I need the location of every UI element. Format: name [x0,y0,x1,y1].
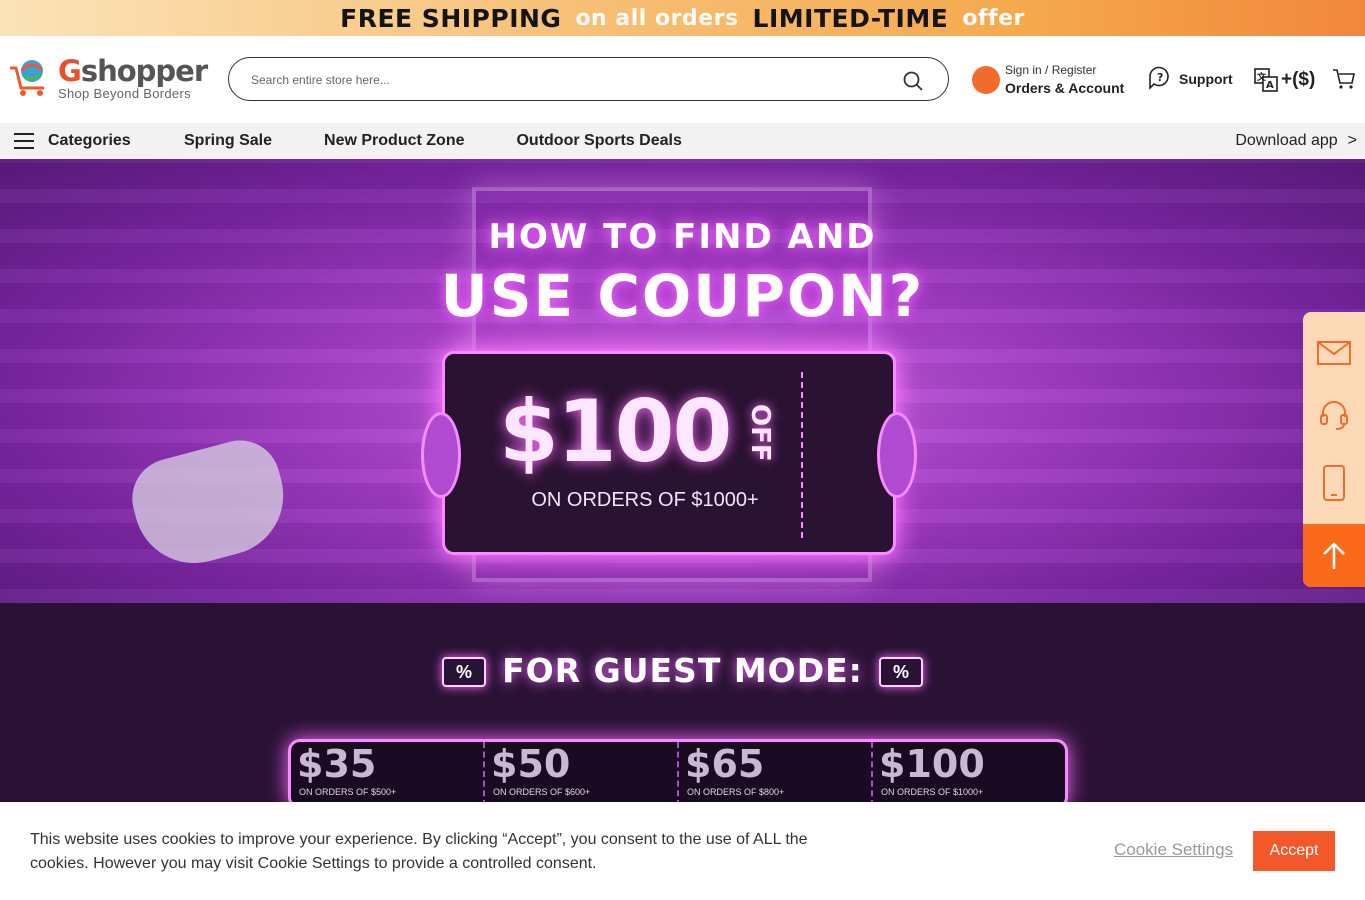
main-navigation: Categories Spring Sale New Product Zone … [0,123,1365,159]
headset-icon [1320,401,1348,430]
ticket-notch-right [877,412,917,498]
user-avatar-icon [972,66,1000,94]
accept-cookies-button[interactable]: Accept [1253,831,1335,871]
currency-label: +($) [1281,69,1316,90]
guest-coupon-condition: ON ORDERS OF $1000+ [881,787,984,797]
orders-account-link[interactable]: Orders & Account [1005,80,1124,96]
guest-coupon-value: $50 [491,742,571,786]
search-box[interactable] [228,57,949,101]
cookie-consent-text: This website uses cookies to improve you… [30,831,808,872]
site-logo[interactable]: Gshopper Shop Beyond Borders [8,54,208,106]
guest-mode-section: % FOR GUEST MODE: % $35 ON ORDERS OF $50… [0,603,1365,809]
coupon-hero-banner[interactable]: HOW TO FIND AND USE COUPON? $100 OFF ON … [0,159,1365,603]
nav-item-spring-sale[interactable]: Spring Sale [184,132,272,150]
support-label: Support [1179,71,1233,87]
guest-coupon[interactable]: $50 ON ORDERS OF $600+ [485,742,679,806]
support-chat-icon: ? [1149,66,1169,90]
arrow-up-icon [1323,541,1345,569]
categories-label: Categories [48,132,131,149]
logo-tagline: Shop Beyond Borders [58,86,191,101]
promo-offer: offer [962,5,1025,31]
site-header: Gshopper Shop Beyond Borders Sign in / R… [0,36,1365,123]
shopping-cart-icon[interactable] [1332,67,1356,91]
coupon-amount: $100 [499,382,732,482]
floating-sidebar [1303,312,1365,587]
download-app-link[interactable]: Download app > [1235,132,1357,150]
categories-menu[interactable]: Categories [14,132,184,150]
guest-coupon-strip: $35 ON ORDERS OF $500+ $50 ON ORDERS OF … [288,739,1068,809]
guest-coupon[interactable]: $35 ON ORDERS OF $500+ [291,742,485,806]
svg-text:A: A [1266,80,1274,91]
svg-text:?: ? [1157,71,1163,84]
hero-title-big: USE COUPON? [440,262,925,330]
nav-item-outdoor-sports-deals[interactable]: Outdoor Sports Deals [516,132,681,150]
ticket-notch-left [421,412,461,498]
guest-coupon[interactable]: $65 ON ORDERS OF $800+ [679,742,873,806]
hamburger-menu-icon [14,133,34,149]
guest-coupon-value: $35 [297,742,377,786]
guest-coupon-condition: ON ORDERS OF $500+ [299,787,397,797]
sign-in-register-link[interactable]: Sign in / Register [1005,63,1096,77]
translate-icon: 文 A [1254,68,1278,92]
guest-coupon-condition: ON ORDERS OF $800+ [687,787,785,797]
guest-coupon-value: $100 [879,742,985,786]
guest-coupon-condition: ON ORDERS OF $600+ [493,787,591,797]
hero-title-small: HOW TO FIND AND [488,217,877,257]
customer-service-button[interactable] [1303,384,1365,446]
guest-coupon[interactable]: $100 ON ORDERS OF $1000+ [873,742,1065,806]
phone-icon [1323,465,1345,501]
coupon-off-label: OFF [745,404,775,462]
promo-free-shipping: FREE SHIPPING [340,3,562,33]
guest-mode-title: FOR GUEST MODE: [502,651,863,690]
search-input[interactable] [251,70,871,90]
email-button[interactable] [1303,322,1365,384]
chevron-right-icon: > [1347,132,1357,149]
promo-on-all-orders: on all orders [575,5,739,31]
search-icon[interactable] [902,70,924,92]
cookie-consent-banner: This website uses cookies to improve you… [0,802,1365,900]
guest-coupon-value: $65 [685,742,765,786]
ticket-divider [801,372,803,538]
support-link[interactable]: ? Support [1147,65,1233,93]
coupon-percent-icon: % [879,657,923,687]
logo-wordmark: Gshopper [58,54,208,88]
mobile-app-button[interactable] [1303,452,1365,514]
promo-banner[interactable]: FREE SHIPPING on all orders LIMITED-TIME… [0,0,1365,36]
promo-limited-time: LIMITED-TIME [752,3,949,33]
back-to-top-button[interactable] [1303,524,1365,587]
cookie-settings-link[interactable]: Cookie Settings [1114,840,1233,860]
mail-icon [1317,341,1351,365]
download-app-label: Download app [1235,132,1338,149]
cart-globe-logo-icon [10,60,44,96]
coupon-condition: ON ORDERS OF $1000+ [531,489,759,511]
coupon-ticket: $100 OFF ON ORDERS OF $1000+ [421,351,917,555]
language-currency-selector[interactable]: 文 A +($) [1254,66,1315,94]
nav-item-new-product-zone[interactable]: New Product Zone [324,132,464,150]
